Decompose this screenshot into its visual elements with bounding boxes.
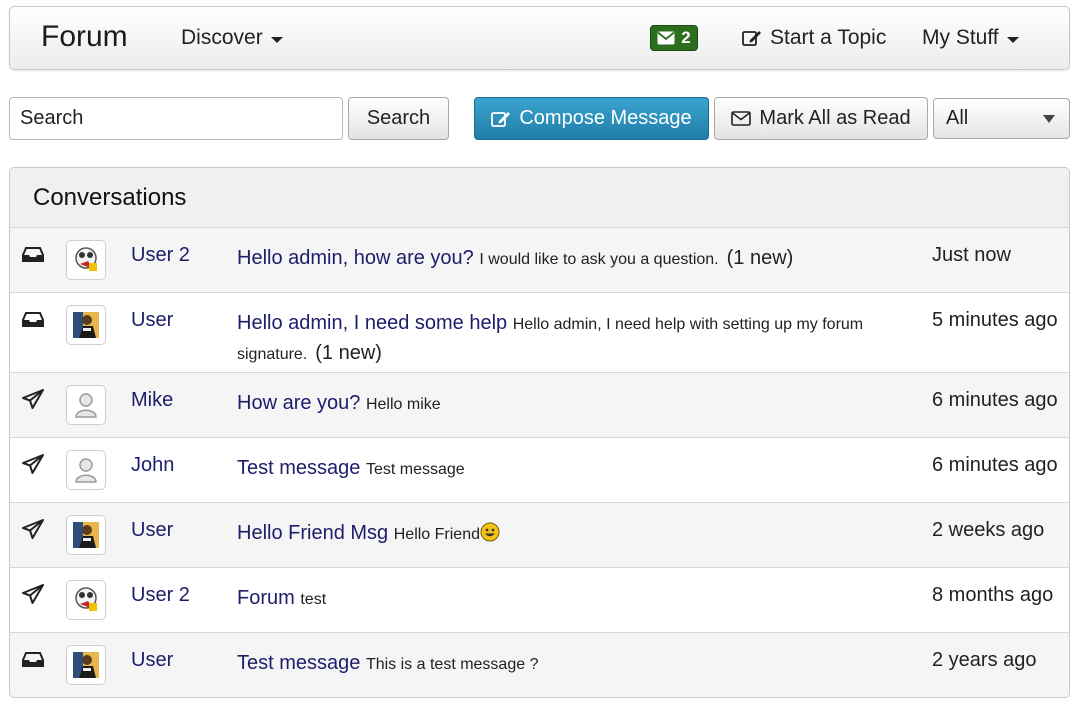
mark-all-read-label: Mark All as Read [759, 107, 911, 129]
message-time: 8 months ago [932, 584, 1054, 606]
forum-brand[interactable]: Forum [41, 20, 128, 54]
avatar-user2-icon [75, 247, 97, 271]
message-summary: Hello admin, I need some help Hello admi… [237, 309, 897, 369]
message-time: 5 minutes ago [932, 309, 1058, 331]
conversation-row[interactable]: User Hello Friend Msg Hello Friend 2 weeks… [10, 503, 1069, 568]
sender-name[interactable]: User [131, 519, 173, 542]
message-subject[interactable]: Hello admin, I need some help [237, 312, 507, 334]
message-time: Just now [932, 244, 1011, 266]
avatar-default-icon [75, 393, 97, 418]
inbox-icon[interactable] [22, 309, 44, 329]
message-preview: test [300, 591, 327, 608]
conversation-list: User 2 Hello admin, how are you? I would … [10, 228, 1069, 697]
avatar[interactable] [66, 645, 106, 685]
message-summary: Hello Friend Msg Hello Friend [237, 519, 897, 549]
avatar[interactable] [66, 305, 106, 345]
message-subject[interactable]: Hello Friend Msg [237, 522, 388, 544]
new-count: (1 new) [315, 342, 382, 364]
messages-badge[interactable]: 2 [650, 25, 698, 51]
avatar[interactable] [66, 515, 106, 555]
avatar-user2-icon [75, 587, 97, 611]
conversation-row[interactable]: User Hello admin, I need some help Hello … [10, 293, 1069, 373]
start-topic-label: Start a Topic [770, 26, 887, 49]
conversation-row[interactable]: John Test message Test message 6 minutes a… [10, 438, 1069, 503]
avatar[interactable] [66, 580, 106, 620]
message-subject[interactable]: Test message [237, 457, 360, 479]
message-subject[interactable]: Test message [237, 652, 360, 674]
message-subject[interactable]: Hello admin, how are you? [237, 247, 474, 269]
messages-count: 2 [681, 28, 691, 47]
new-count: (1 new) [726, 247, 794, 269]
filter-selected-value: All [946, 107, 969, 129]
message-preview: I would like to ask you a question. [479, 251, 719, 268]
sender-name[interactable]: User [131, 309, 173, 332]
message-summary: Test message Test message [237, 454, 897, 484]
avatar[interactable] [66, 240, 106, 280]
my-stuff-label: My Stuff [922, 26, 999, 49]
sender-name[interactable]: User 2 [131, 244, 190, 267]
message-time: 2 years ago [932, 649, 1037, 671]
filter-select[interactable]: All [933, 98, 1070, 139]
inbox-icon[interactable] [22, 649, 44, 669]
discover-menu[interactable]: Discover [181, 26, 283, 50]
envelope-icon [657, 31, 675, 45]
sent-icon[interactable] [22, 519, 44, 539]
search-button[interactable]: Search [348, 97, 449, 140]
chevron-down-icon [270, 36, 283, 43]
conversation-row[interactable]: Mike How are you? Hello mike 6 minutes ago [10, 373, 1069, 438]
my-stuff-menu[interactable]: My Stuff [922, 26, 1019, 50]
discover-label: Discover [181, 26, 263, 49]
message-subject[interactable]: Forum [237, 587, 295, 609]
edit-icon [491, 111, 511, 127]
message-preview: Hello Friend [393, 526, 480, 543]
message-preview: Test message [365, 461, 465, 478]
message-preview: This is a test message ? [365, 656, 539, 673]
message-time: 6 minutes ago [932, 454, 1058, 476]
message-preview: Hello mike [365, 396, 441, 413]
chevron-down-icon [1006, 36, 1019, 43]
message-time: 2 weeks ago [932, 519, 1045, 541]
conversations-heading: Conversations [10, 168, 1069, 228]
top-navbar: Forum Discover 2 Start a Topic My Stuff [9, 6, 1070, 70]
message-summary: Hello admin, how are you? I would like t… [237, 244, 897, 274]
avatar-default-icon [75, 458, 97, 483]
message-summary: Forum test [237, 584, 897, 614]
avatar-user-icon [73, 522, 99, 548]
envelope-outline-icon [731, 111, 752, 126]
compose-message-label: Compose Message [519, 107, 692, 129]
sender-name[interactable]: John [131, 454, 174, 477]
sent-icon[interactable] [22, 389, 44, 409]
sender-name[interactable]: Mike [131, 389, 173, 412]
mark-all-read-button[interactable]: Mark All as Read [714, 97, 928, 140]
conversation-row[interactable]: User Test message This is a test message … [10, 633, 1069, 697]
compose-message-button[interactable]: Compose Message [474, 97, 709, 140]
edit-icon [742, 31, 761, 46]
dropdown-arrow-icon [1043, 114, 1055, 123]
sent-icon[interactable] [22, 584, 44, 604]
smiley-emoji [480, 522, 500, 542]
sender-name[interactable]: User 2 [131, 584, 190, 607]
avatar-user-icon [73, 652, 99, 678]
search-input[interactable] [9, 97, 343, 140]
start-topic-link[interactable]: Start a Topic [742, 26, 886, 50]
inbox-icon[interactable] [22, 244, 44, 264]
sender-name[interactable]: User [131, 649, 173, 672]
avatar[interactable] [66, 450, 106, 490]
conversations-panel: Conversations User 2 Hello admin, how are… [9, 167, 1070, 698]
message-summary: Test message This is a test message ? [237, 649, 897, 679]
conversation-row[interactable]: User 2 Forum test 8 months ago [10, 568, 1069, 633]
message-summary: How are you? Hello mike [237, 389, 897, 419]
message-subject[interactable]: How are you? [237, 392, 360, 414]
avatar-user-icon [73, 312, 99, 338]
conversation-row[interactable]: User 2 Hello admin, how are you? I would … [10, 228, 1069, 293]
sent-icon[interactable] [22, 454, 44, 474]
avatar[interactable] [66, 385, 106, 425]
message-time: 6 minutes ago [932, 389, 1058, 411]
